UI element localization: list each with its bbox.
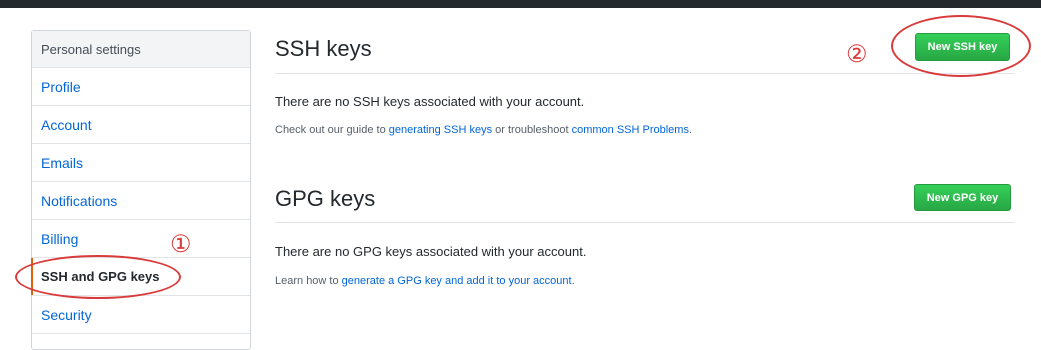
gpg-help-suffix: .: [571, 275, 575, 287]
sidebar-item-profile[interactable]: Profile: [32, 68, 250, 106]
sidebar-item-billing[interactable]: Billing: [32, 220, 250, 258]
sidebar-item-emails[interactable]: Emails: [32, 144, 250, 182]
settings-sidebar: Personal settings Profile Account Emails…: [31, 30, 251, 350]
annotation-step-2: ②: [846, 40, 868, 68]
gpg-empty-message: There are no GPG keys associated with yo…: [275, 244, 587, 259]
ssh-help-middle: or troubleshoot: [492, 124, 572, 136]
common-ssh-problems-link[interactable]: common SSH Problems: [572, 124, 689, 136]
gpg-help-text: Learn how to generate a GPG key and add …: [275, 275, 575, 287]
gpg-keys-section: GPG keys: [275, 186, 1015, 212]
annotation-step-1: ①: [170, 230, 192, 258]
annotation-ellipse-ssh-gpg: [15, 255, 181, 299]
gpg-keys-title: GPG keys: [275, 186, 376, 211]
top-navigation-bar: [0, 0, 1041, 8]
ssh-divider: [275, 73, 1015, 74]
ssh-help-text: Check out our guide to generating SSH ke…: [275, 124, 692, 136]
ssh-help-prefix: Check out our guide to: [275, 124, 389, 136]
generate-gpg-key-link[interactable]: generate a GPG key and add it to your ac…: [342, 275, 572, 287]
sidebar-item-notifications[interactable]: Notifications: [32, 182, 250, 220]
sidebar-item-account[interactable]: Account: [32, 106, 250, 144]
gpg-divider: [275, 222, 1015, 223]
sidebar-item-security[interactable]: Security: [32, 296, 250, 334]
sidebar-header: Personal settings: [32, 31, 250, 68]
annotation-ellipse-new-ssh-key: [891, 15, 1031, 77]
generating-ssh-keys-link[interactable]: generating SSH keys: [389, 124, 492, 136]
new-gpg-key-button[interactable]: New GPG key: [914, 184, 1011, 211]
ssh-help-suffix: .: [688, 124, 693, 136]
ssh-empty-message: There are no SSH keys associated with yo…: [275, 94, 585, 109]
gpg-help-prefix: Learn how to: [275, 275, 342, 287]
